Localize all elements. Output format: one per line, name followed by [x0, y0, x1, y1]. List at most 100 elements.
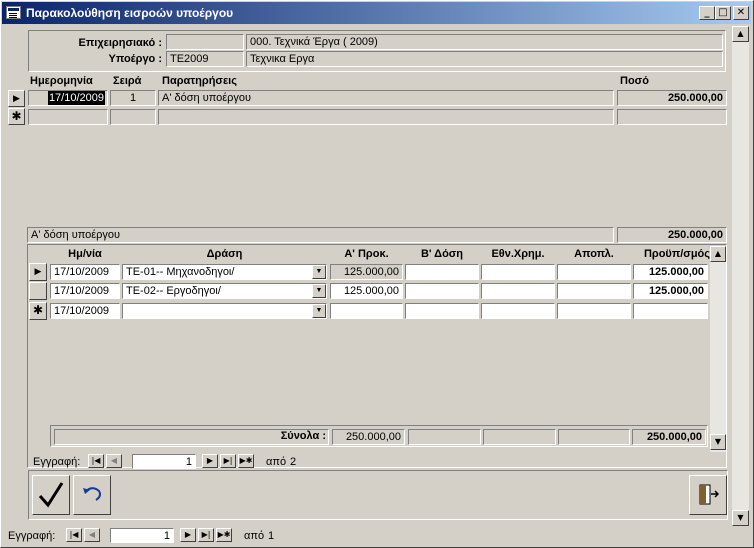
sub-nav-label: Εγγραφή: [33, 456, 81, 468]
close-button[interactable]: ✕ [733, 6, 749, 20]
col-date-header: Ημερομηνία [30, 75, 93, 87]
sub-new-budget-field[interactable] [633, 303, 708, 319]
amount-field[interactable]: 250.000,00 [617, 90, 727, 106]
sub-a-field[interactable]: 125.000,00 [330, 264, 403, 280]
form-icon [6, 6, 21, 19]
sub-col-apopl-header: Αποπλ. [574, 248, 614, 260]
sub-new-b-field[interactable] [405, 303, 479, 319]
main-nav-label: Εγγραφή: [8, 530, 56, 542]
sub-next-record-button[interactable]: ▶ [202, 454, 218, 468]
col-order-header: Σειρά [113, 75, 142, 87]
company-code-field[interactable] [166, 34, 244, 50]
sub-national-field[interactable] [481, 283, 555, 299]
exit-door-icon [699, 484, 720, 505]
sub-new-apopl-field[interactable] [557, 303, 631, 319]
undo-button[interactable] [73, 475, 111, 515]
sub-new-national-field[interactable] [481, 303, 555, 319]
sub-col-a-header: Α' Προκ. [344, 248, 389, 260]
main-nav-total: 1 [268, 530, 275, 542]
new-record-button[interactable]: ▶✱ [216, 528, 232, 542]
row-selector-new[interactable]: ✱ [8, 108, 25, 125]
last-record-button[interactable]: ▶| [198, 528, 214, 542]
sub-b-field[interactable] [405, 264, 479, 280]
sub-new-record-button[interactable]: ▶✱ [238, 454, 254, 468]
scroll-down-button[interactable]: ▼ [732, 510, 749, 526]
sub-action-value: ΤΕ-01-- Μηχανοδηγοι/ [126, 266, 235, 278]
sub-row-selector[interactable] [29, 282, 47, 300]
date-field[interactable]: 17/10/2009 [28, 90, 108, 106]
maximize-button[interactable]: □ [715, 6, 731, 20]
sub-budget-field[interactable]: 125.000,00 [633, 283, 708, 299]
totals-a-field: 250.000,00 [332, 429, 405, 445]
notes-field[interactable]: Α' δόση υποέργου [158, 90, 614, 106]
subproject-name-field[interactable]: Τεχνικα Εργα [246, 51, 723, 67]
sub-new-date-field[interactable]: 17/10/2009 [50, 303, 120, 319]
sub-action-combo[interactable]: ΤΕ-02-- Εργοδηγοι/ ▼ [122, 283, 327, 299]
window-title: Παρακολούθηση εισροών υποέργου [26, 6, 234, 20]
sub-new-a-field[interactable] [330, 303, 403, 319]
sub-apopl-field[interactable] [557, 264, 631, 280]
save-button[interactable] [32, 475, 70, 515]
sub-col-action-header: Δράση [206, 248, 243, 260]
sub-action-combo[interactable]: ΤΕ-01-- Μηχανοδηγοι/ ▼ [122, 264, 327, 280]
sub-national-field[interactable] [481, 264, 555, 280]
sub-col-budget-header: Προϋπ/σμός [643, 248, 710, 260]
company-label: Επιχειρησιακό : [78, 37, 163, 49]
main-nav-of-label: από [244, 530, 265, 542]
new-notes-field[interactable] [158, 109, 614, 125]
minimize-button[interactable]: _ [699, 6, 715, 20]
sub-action-value: ΤΕ-02-- Εργοδηγοι/ [126, 285, 221, 297]
sub-scroll-down-button[interactable]: ▼ [710, 434, 726, 450]
chevron-down-icon[interactable]: ▼ [312, 265, 326, 279]
first-record-button[interactable]: |◀ [66, 528, 82, 542]
sub-date-field[interactable]: 17/10/2009 [50, 283, 120, 299]
sub-budget-field[interactable]: 125.000,00 [633, 264, 708, 280]
col-notes-header: Παρατηρήσεις [162, 75, 237, 87]
chevron-down-icon[interactable]: ▼ [312, 284, 326, 298]
sub-last-record-button[interactable]: ▶| [220, 454, 236, 468]
sub-scroll-up-button[interactable]: ▲ [710, 246, 726, 262]
totals-b-field [408, 429, 481, 445]
order-field[interactable]: 1 [110, 90, 156, 106]
record-number-input[interactable]: 1 [110, 528, 174, 543]
chevron-down-icon[interactable]: ▼ [312, 304, 326, 318]
summary-amount: 250.000,00 [617, 227, 727, 243]
title-bar: Παρακολούθηση εισροών υποέργου _ □ ✕ [2, 2, 751, 24]
sub-date-field[interactable]: 17/10/2009 [50, 264, 120, 280]
subproject-code-field[interactable]: ΤΕ2009 [166, 51, 244, 67]
totals-budget-field: 250.000,00 [632, 429, 706, 445]
scroll-up-button[interactable]: ▲ [732, 26, 749, 42]
subproject-label: Υποέργο : [108, 53, 163, 65]
sub-first-record-button[interactable]: |◀ [88, 454, 104, 468]
sub-nav-total: 2 [290, 456, 297, 468]
totals-national-field [483, 429, 556, 445]
sub-row-selector-new[interactable]: ✱ [29, 302, 47, 320]
form-scrollbar[interactable]: ▲ ▼ [732, 26, 749, 526]
sub-b-field[interactable] [405, 283, 479, 299]
date-value: 17/10/2009 [47, 91, 105, 105]
sub-a-field[interactable]: 125.000,00 [330, 283, 403, 299]
sub-record-number-input[interactable]: 1 [132, 454, 196, 469]
checkmark-icon [38, 482, 64, 508]
exit-button[interactable] [689, 475, 727, 515]
new-order-field[interactable] [110, 109, 156, 125]
undo-icon [83, 487, 101, 501]
summary-text: Α' δόση υποέργου [27, 227, 614, 243]
subform-scrollbar[interactable]: ▲ ▼ [710, 246, 726, 452]
new-amount-field[interactable] [617, 109, 727, 125]
sub-prev-record-button[interactable]: ◀ [106, 454, 122, 468]
button-bar [28, 470, 728, 520]
sub-row-selector-current[interactable]: ▶ [29, 263, 47, 281]
new-date-field[interactable] [28, 109, 108, 125]
company-name-field[interactable]: 000. Τεχνικά Έργα ( 2009) [246, 34, 723, 50]
totals-apopl-field [558, 429, 630, 445]
prev-record-button[interactable]: ◀ [84, 528, 100, 542]
totals-label: Σύνολα : [280, 430, 326, 442]
sub-apopl-field[interactable] [557, 283, 631, 299]
sub-col-date-header: Ημ/νία [68, 248, 102, 260]
next-record-button[interactable]: ▶ [180, 528, 196, 542]
sub-new-action-combo[interactable]: ▼ [122, 303, 327, 319]
row-selector-current[interactable]: ▶ [8, 90, 25, 107]
col-amount-header: Ποσό [620, 75, 649, 87]
sub-nav-of-label: από [266, 456, 287, 468]
